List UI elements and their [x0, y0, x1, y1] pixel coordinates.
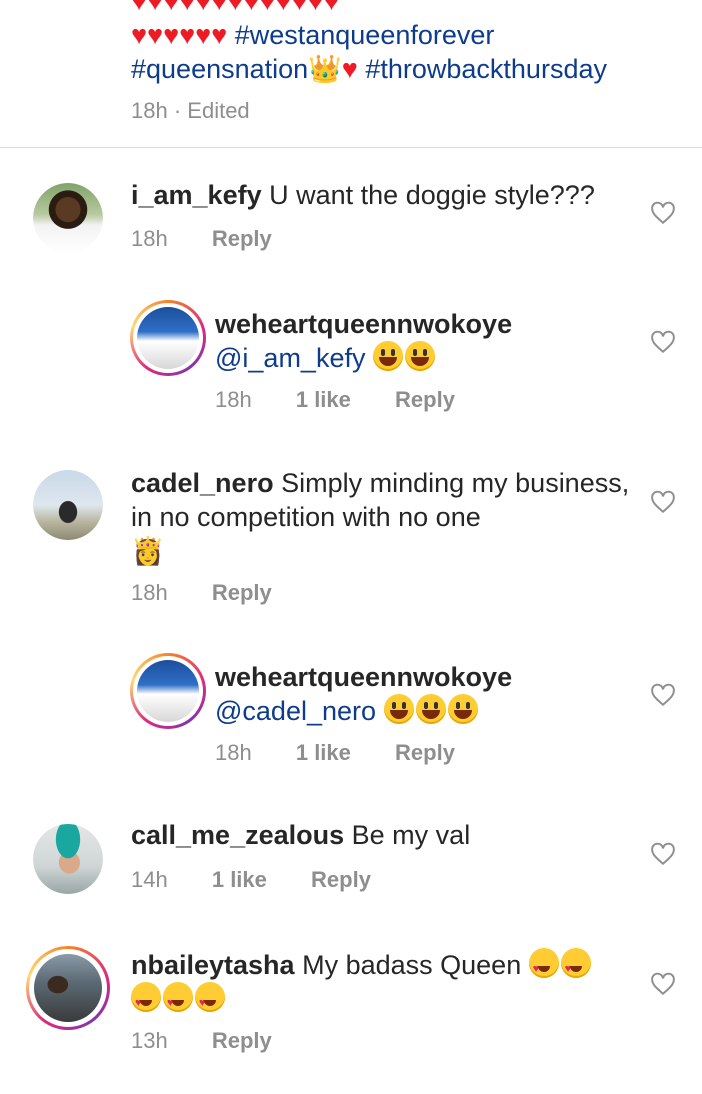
heart-eyes-emoji-icon	[560, 948, 591, 986]
princess-emoji-icon: 👸	[131, 536, 165, 566]
heart-outline-icon[interactable]	[650, 972, 676, 996]
comment-actions: 18h Reply	[131, 226, 310, 252]
likes-count[interactable]: 1 like	[296, 740, 351, 765]
smile-emoji-icon	[447, 694, 478, 724]
avatar[interactable]	[130, 300, 206, 376]
comment-time: 18h	[215, 740, 252, 765]
hearts: ♥♥♥♥♥♥	[131, 20, 228, 50]
caption-top-hearts: ♥♥♥♥♥♥♥♥♥♥♥♥♥	[131, 0, 340, 16]
reply-button[interactable]: Reply	[395, 740, 455, 765]
caption-meta: 18h · Edited	[131, 98, 671, 124]
comment-time: 18h	[215, 387, 252, 412]
reply-button[interactable]: Reply	[212, 226, 272, 251]
comment-time: 18h	[131, 226, 168, 251]
avatar[interactable]	[33, 183, 103, 253]
smile-emoji-icon	[383, 694, 414, 724]
smile-emoji-icon	[372, 341, 403, 371]
avatar[interactable]	[130, 653, 206, 729]
comment-time: 14h	[131, 867, 168, 892]
caption-time: 18h	[131, 98, 168, 123]
heart-eyes-emoji-icon	[163, 982, 193, 1020]
heart-outline-icon[interactable]	[650, 683, 676, 707]
comment-username[interactable]: weheartqueennwokoye	[215, 660, 635, 694]
comment-text: U want the doggie style???	[269, 180, 595, 210]
reply-button[interactable]: Reply	[212, 1028, 272, 1053]
edited-label: · Edited	[173, 98, 250, 123]
comment-text: Be my val	[351, 820, 471, 850]
avatar[interactable]	[26, 946, 110, 1030]
hashtag-queensnation[interactable]: #queensnation	[131, 54, 308, 84]
heart-outline-icon[interactable]	[650, 842, 676, 866]
comment-text: My badass Queen	[302, 950, 522, 980]
avatar[interactable]	[33, 824, 103, 894]
comment-actions: 18h 1 like Reply	[215, 387, 493, 413]
mention-link[interactable]: @i_am_kefy	[215, 343, 365, 373]
reply-button[interactable]: Reply	[212, 580, 272, 605]
mention-link[interactable]: @cadel_nero	[215, 696, 376, 726]
comment-time: 13h	[131, 1028, 168, 1053]
avatar[interactable]	[33, 470, 103, 540]
caption-line-1: ♥♥♥♥♥♥ #westanqueenforever	[131, 18, 671, 52]
hashtag-westanqueenforever[interactable]: #westanqueenforever	[235, 20, 495, 50]
post-caption: ♥♥♥♥♥♥♥♥♥♥♥♥♥ ♥♥♥♥♥♥ #westanqueenforever…	[131, 0, 671, 124]
heart-eyes-emoji-icon	[131, 982, 161, 1020]
reply-button[interactable]: Reply	[395, 387, 455, 412]
heart-icon: ♥	[341, 54, 358, 84]
comment-username[interactable]: i_am_kefy	[131, 180, 262, 210]
comment-time: 18h	[131, 580, 168, 605]
caption-line-2: #queensnation👑♥ #throwbackthursday	[131, 52, 671, 86]
likes-count[interactable]: 1 like	[212, 867, 267, 892]
heart-eyes-emoji-icon	[195, 982, 225, 1020]
likes-count[interactable]: 1 like	[296, 387, 351, 412]
reply-button[interactable]: Reply	[311, 867, 371, 892]
heart-eyes-emoji-icon	[528, 948, 559, 986]
comment-username[interactable]: call_me_zealous	[131, 820, 344, 850]
smile-emoji-icon	[415, 694, 446, 724]
heart-outline-icon[interactable]	[650, 330, 676, 354]
comment-actions: 18h 1 like Reply	[215, 740, 493, 766]
comment-actions: 14h 1 like Reply	[131, 867, 409, 893]
smile-emoji-icon	[404, 341, 435, 371]
comment-actions: 13h Reply	[131, 1028, 310, 1054]
crown-icon: 👑	[308, 54, 342, 84]
hashtag-throwbackthursday[interactable]: #throwbackthursday	[365, 54, 607, 84]
comment-username[interactable]: weheartqueennwokoye	[215, 307, 635, 341]
heart-outline-icon[interactable]	[650, 201, 676, 225]
comment-username[interactable]: nbaileytasha	[131, 950, 295, 980]
heart-outline-icon[interactable]	[650, 490, 676, 514]
divider	[0, 147, 702, 148]
comment-username[interactable]: cadel_nero	[131, 468, 274, 498]
comment-actions: 18h Reply	[131, 580, 310, 606]
